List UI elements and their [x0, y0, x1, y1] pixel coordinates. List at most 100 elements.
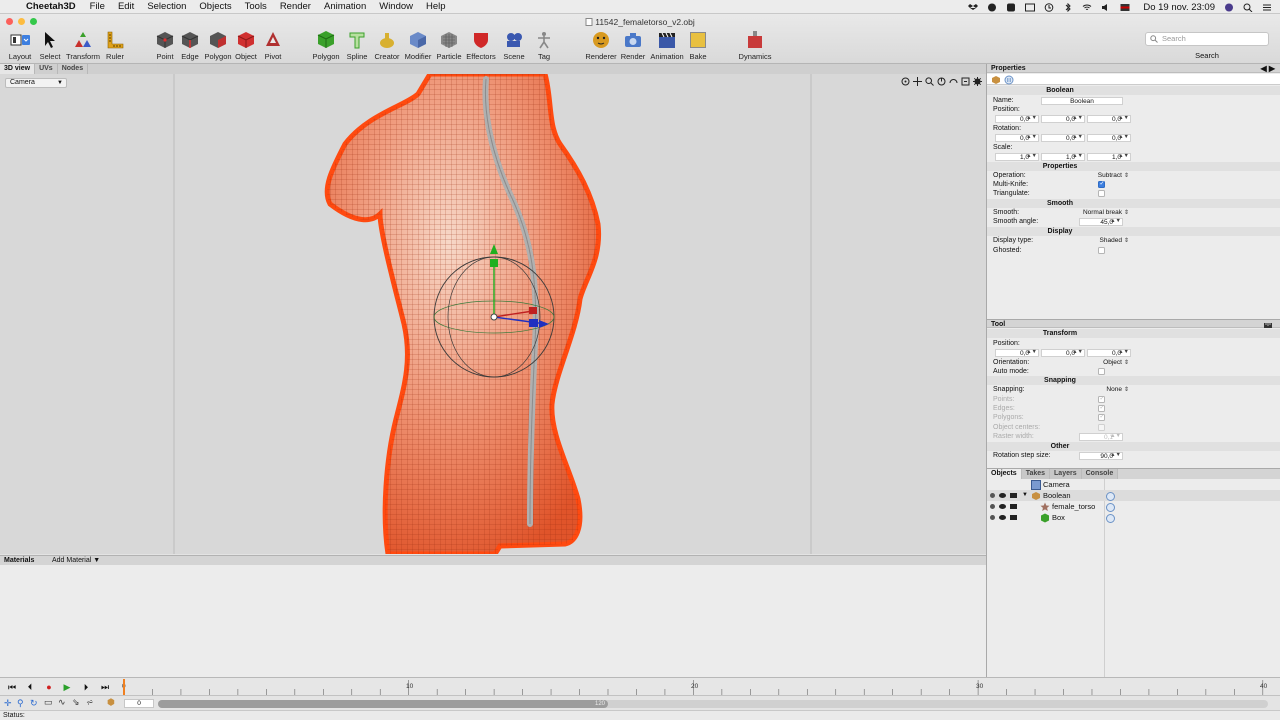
female-torso-tag-icon[interactable]: [1106, 502, 1115, 512]
pan-view-icon[interactable]: [913, 77, 922, 86]
position-x-field[interactable]: 0,0 ▲▼: [995, 114, 1039, 123]
view-settings-gear-icon[interactable]: [973, 77, 982, 86]
frame-view-icon[interactable]: [961, 77, 970, 86]
tool-position-x-stepper[interactable]: ▲▼: [1026, 349, 1037, 356]
snapping-popup[interactable]: None ⇕: [1069, 385, 1129, 395]
boolean-tag-icon[interactable]: [1106, 491, 1115, 501]
properties-tag-icon[interactable]: [1004, 75, 1014, 85]
rotate-view-icon[interactable]: [937, 77, 946, 86]
key-tool-icon[interactable]: ▭: [44, 697, 53, 708]
eye-icon[interactable]: [999, 504, 1006, 509]
menu-file[interactable]: File: [90, 1, 105, 12]
playhead[interactable]: [123, 679, 125, 695]
object-row-female-torso[interactable]: female_torso: [987, 501, 1280, 512]
menu-objects[interactable]: Objects: [199, 1, 231, 12]
gizmo-x-handle[interactable]: [529, 307, 537, 314]
scale-x-field[interactable]: 1,0 ▲▼: [995, 152, 1039, 161]
polygons-checkbox[interactable]: [1098, 413, 1105, 422]
go-to-start-button[interactable]: ⏮: [6, 682, 18, 692]
forward-arrow-icon[interactable]: ▶: [1269, 64, 1275, 73]
gizmo-y-handle[interactable]: [490, 259, 498, 267]
rotation-p-stepper[interactable]: ▲▼: [1072, 134, 1083, 141]
raster-width-field[interactable]: 0,1 ▲▼: [1079, 432, 1123, 441]
timeline-ruler[interactable]: [121, 678, 1280, 696]
menu-render[interactable]: Render: [280, 1, 311, 12]
tool-position-z-field[interactable]: 0,0 ▲▼: [1087, 348, 1131, 357]
scale-z-stepper[interactable]: ▲▼: [1118, 153, 1129, 160]
zoom-view-icon[interactable]: [925, 77, 934, 86]
notification-center-icon[interactable]: [1262, 3, 1272, 12]
user-icon[interactable]: [1224, 3, 1234, 12]
curve-tool-icon[interactable]: ∿: [58, 697, 66, 708]
scale-y-stepper[interactable]: ▲▼: [1072, 153, 1083, 160]
shield-icon[interactable]: [1006, 3, 1016, 12]
tool-select-button[interactable]: Select: [32, 30, 68, 61]
object-row-box[interactable]: Box: [987, 512, 1280, 523]
name-field[interactable]: Boolean: [1041, 96, 1123, 105]
go-to-end-button[interactable]: ⏭: [99, 682, 111, 692]
rotation-h-field[interactable]: 0,0 ▲▼: [995, 133, 1039, 142]
object-row-boolean[interactable]: ▼ Boolean: [987, 490, 1280, 501]
menu-animation[interactable]: Animation: [324, 1, 366, 12]
current-frame-field[interactable]: 0: [124, 699, 154, 708]
record-button[interactable]: ●: [43, 682, 55, 692]
frame-range-slider[interactable]: 120: [158, 700, 1268, 708]
step-forward-button[interactable]: ⏵: [80, 682, 92, 692]
rotate-tool-icon[interactable]: ↻: [30, 698, 38, 709]
move-view-icon[interactable]: [901, 77, 910, 86]
bluetooth-icon[interactable]: [1063, 2, 1073, 12]
tool-render-button[interactable]: Render: [615, 30, 651, 61]
rotation-b-field[interactable]: 0,0 ▲▼: [1087, 133, 1131, 142]
tab-layers[interactable]: Layers: [1050, 469, 1082, 479]
keyboard-icon[interactable]: [1025, 3, 1036, 12]
path-tool-icon[interactable]: ⇘: [72, 697, 80, 708]
object-centers-checkbox[interactable]: [1098, 424, 1105, 431]
render-visibility-icon[interactable]: [1010, 515, 1017, 520]
tool-renderer-button[interactable]: Renderer: [583, 30, 619, 61]
tool-transform-button[interactable]: Transform: [65, 30, 101, 61]
expand-triangle-icon[interactable]: ▼: [1022, 490, 1028, 501]
visibility-dot-icon[interactable]: [990, 504, 995, 509]
move-tool-icon[interactable]: ✛: [4, 698, 12, 709]
triangulate-checkbox[interactable]: [1098, 190, 1105, 197]
position-x-stepper[interactable]: ▲▼: [1026, 115, 1037, 122]
play-button[interactable]: ▶: [61, 682, 73, 692]
tool-position-z-stepper[interactable]: ▲▼: [1118, 349, 1129, 356]
render-visibility-icon[interactable]: [1010, 504, 1017, 509]
menu-window[interactable]: Window: [379, 1, 413, 12]
time-machine-icon[interactable]: [1044, 2, 1054, 12]
tab-nodes[interactable]: Nodes: [58, 64, 89, 74]
ghosted-checkbox[interactable]: [1098, 247, 1105, 254]
position-z-stepper[interactable]: ▲▼: [1118, 115, 1129, 122]
menu-help[interactable]: Help: [426, 1, 446, 12]
pick-tool-icon[interactable]: ⚲: [17, 698, 24, 709]
eye-icon[interactable]: [999, 493, 1006, 498]
smooth-angle-field[interactable]: 45,0 ▲▼: [1079, 217, 1123, 226]
filter-tool-icon[interactable]: ⩫: [86, 697, 94, 708]
visibility-dot-icon[interactable]: [990, 515, 995, 520]
tool-effectors-button[interactable]: Effectors: [463, 30, 499, 61]
add-material-button[interactable]: Add Material ▼: [52, 557, 100, 564]
multi-knife-checkbox[interactable]: [1098, 180, 1105, 189]
gizmo-z-handle[interactable]: [529, 319, 538, 327]
position-y-field[interactable]: 0,0 ▲▼: [1041, 114, 1085, 123]
render-visibility-icon[interactable]: [1010, 493, 1017, 498]
smooth-angle-stepper[interactable]: ▲▼: [1110, 218, 1121, 225]
visibility-dot-icon[interactable]: [990, 493, 995, 498]
gizmo-center[interactable]: [490, 313, 498, 321]
rotation-h-stepper[interactable]: ▲▼: [1026, 134, 1037, 141]
app-name-menu[interactable]: Cheetah3D: [26, 1, 76, 12]
viewport-canvas[interactable]: [0, 74, 986, 554]
tool-position-y-field[interactable]: 0,0 ▲▼: [1041, 348, 1085, 357]
box-tag-icon[interactable]: [1106, 513, 1115, 523]
edges-checkbox[interactable]: [1098, 404, 1105, 413]
tool-ruler-button[interactable]: Ruler: [97, 30, 133, 61]
materials-area[interactable]: [0, 565, 986, 677]
back-arrow-icon[interactable]: ◀: [1260, 64, 1266, 73]
camera-select[interactable]: Camera ▼: [5, 78, 67, 88]
scale-y-field[interactable]: 1,0 ▲▼: [1041, 152, 1085, 161]
wifi-icon[interactable]: [1082, 3, 1092, 12]
3d-viewport[interactable]: Camera ▼: [0, 74, 986, 554]
orbit-view-icon[interactable]: [949, 77, 958, 86]
rotation-step-field[interactable]: 90,0 ▲▼: [1079, 451, 1123, 460]
